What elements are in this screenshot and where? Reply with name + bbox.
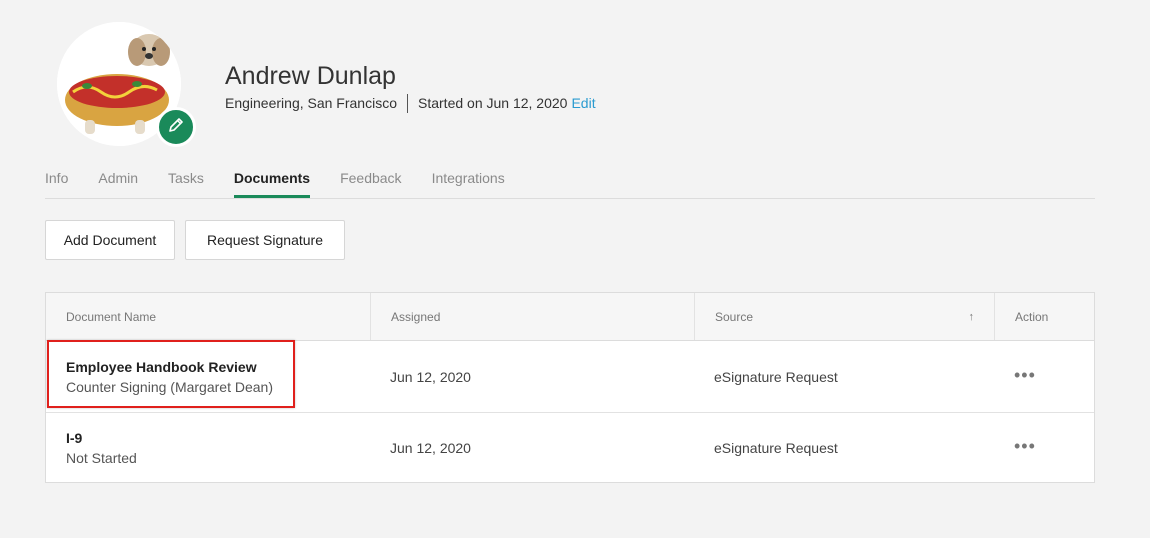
more-horizontal-icon[interactable]: •••	[1014, 437, 1094, 455]
tab-tasks[interactable]: Tasks	[168, 168, 204, 198]
document-title[interactable]: I-9	[66, 428, 370, 448]
column-header-source[interactable]: Source ↑	[694, 293, 994, 340]
tab-integrations[interactable]: Integrations	[432, 168, 505, 198]
request-signature-button[interactable]: Request Signature	[185, 220, 345, 260]
start-date: Started on Jun 12, 2020	[418, 95, 568, 111]
document-title[interactable]: Employee Handbook Review	[66, 357, 370, 377]
document-name-cell: Employee Handbook Review Counter Signing…	[46, 341, 370, 412]
tab-admin[interactable]: Admin	[98, 168, 138, 198]
document-source: eSignature Request	[714, 368, 838, 385]
employee-profile-page: Andrew Dunlap Engineering, San Francisco…	[0, 0, 1150, 538]
employee-name: Andrew Dunlap	[225, 62, 396, 90]
department-location: Engineering, San Francisco	[225, 95, 397, 111]
row-actions-cell: •••	[994, 341, 1094, 412]
document-name-cell: I-9 Not Started	[46, 413, 370, 483]
column-header-assigned[interactable]: Assigned	[370, 293, 694, 340]
edit-avatar-button[interactable]	[156, 107, 196, 147]
assigned-date: Jun 12, 2020	[390, 368, 471, 385]
document-status: Not Started	[66, 450, 137, 466]
meta-divider	[407, 93, 408, 113]
add-document-button[interactable]: Add Document	[45, 220, 175, 260]
documents-table: Document Name Assigned Source ↑ Action E…	[45, 292, 1095, 483]
tab-feedback[interactable]: Feedback	[340, 168, 401, 198]
employee-meta: Engineering, San Francisco Started on Ju…	[225, 93, 596, 113]
pencil-icon	[167, 116, 185, 139]
table-row[interactable]: Employee Handbook Review Counter Signing…	[46, 341, 1094, 412]
tab-documents[interactable]: Documents	[233, 168, 311, 198]
assigned-date: Jun 12, 2020	[390, 440, 471, 456]
tab-info[interactable]: Info	[45, 168, 68, 198]
avatar-container	[57, 22, 196, 147]
column-header-source-label: Source	[715, 309, 754, 324]
document-status: Counter Signing (Margaret Dean)	[66, 378, 273, 395]
document-source: eSignature Request	[714, 440, 838, 456]
row-actions-cell: •••	[994, 413, 1094, 483]
table-row[interactable]: I-9 Not Started Jun 12, 2020 eSignature …	[46, 412, 1094, 483]
table-header: Document Name Assigned Source ↑ Action	[46, 293, 1094, 341]
column-header-action: Action	[994, 293, 1094, 340]
profile-tabs: Info Admin Tasks Documents Feedback Inte…	[45, 168, 1095, 199]
more-horizontal-icon[interactable]: •••	[1014, 366, 1094, 384]
sort-up-icon[interactable]: ↑	[969, 311, 975, 323]
column-header-document-name[interactable]: Document Name	[46, 293, 370, 340]
edit-start-date-link[interactable]: Edit	[571, 93, 595, 113]
